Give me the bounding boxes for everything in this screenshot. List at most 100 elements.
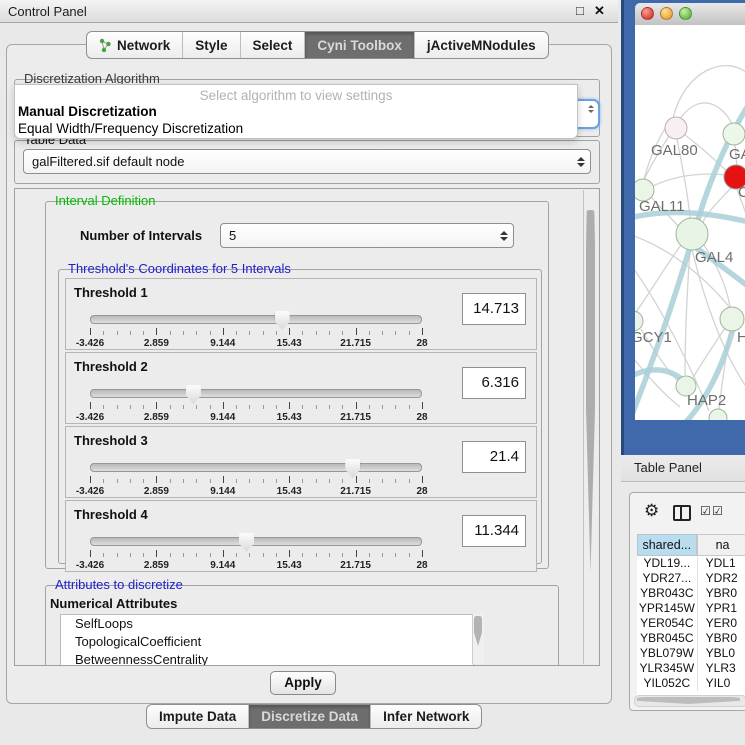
settings-scrollbar[interactable]: [583, 190, 598, 664]
tick-label: 9.144: [210, 412, 235, 423]
network-node-label: GCY1: [635, 329, 672, 346]
tick-label: 15.43: [277, 338, 302, 349]
table-row[interactable]: YBL079WYBL0: [637, 646, 745, 661]
tab-jactivemnodules[interactable]: jActiveMNodules: [415, 32, 548, 58]
attributes-list-scrollbar[interactable]: [472, 614, 484, 664]
tick-label: 2.859: [144, 560, 169, 571]
table-data-combo[interactable]: galFiltered.sif default node: [23, 149, 591, 174]
column-header-shared-name[interactable]: shared...: [637, 534, 697, 556]
attribute-item[interactable]: SelfLoops: [61, 615, 473, 633]
minimize-traffic-light[interactable]: [660, 7, 673, 20]
network-node-label: GA: [729, 146, 745, 163]
tick-label: -3.426: [76, 412, 104, 423]
threshold-value-field[interactable]: 6.316: [462, 367, 526, 399]
table-row[interactable]: YBR045CYBR0: [637, 631, 745, 646]
network-node[interactable]: [676, 218, 708, 250]
tab-cyni-toolbox[interactable]: Cyni Toolbox: [305, 32, 415, 58]
float-window-icon[interactable]: □: [576, 3, 584, 18]
network-node[interactable]: [709, 409, 727, 420]
tab-select-label: Select: [253, 38, 293, 53]
cell-shared-name[interactable]: YPR145W: [637, 601, 698, 616]
tab-discretize-data[interactable]: Discretize Data: [249, 705, 371, 728]
dropdown-placeholder-item[interactable]: Select algorithm to view settings: [15, 88, 577, 103]
attribute-item[interactable]: BetweennessCentrality: [61, 651, 473, 666]
thresholds-group: Threshold's Coordinates for 5 Intervals …: [58, 269, 542, 564]
tab-infer-network[interactable]: Infer Network: [371, 705, 481, 728]
threshold-panel: Threshold 2-3.4262.8599.14415.4321.71528…: [65, 352, 537, 424]
cell-name[interactable]: YLR3: [698, 661, 745, 676]
tick-label: 21.715: [340, 486, 371, 497]
numerical-attributes-list[interactable]: SelfLoopsTopologicalCoefficientBetweenne…: [60, 614, 474, 666]
attribute-item[interactable]: TopologicalCoefficient: [61, 633, 473, 651]
cell-name[interactable]: YBR0: [698, 631, 745, 646]
dropdown-option-manual[interactable]: Manual Discretization: [18, 104, 157, 119]
tab-select[interactable]: Select: [241, 32, 306, 58]
tab-impute-data-label: Impute Data: [159, 709, 236, 724]
network-node-label: H: [737, 329, 745, 346]
cell-shared-name[interactable]: YER054C: [637, 616, 698, 631]
cell-shared-name[interactable]: YBR045C: [637, 631, 698, 646]
tab-network[interactable]: Network: [87, 32, 183, 58]
checkbox-icon[interactable]: ☑: [700, 504, 711, 518]
network-edge[interactable]: [673, 66, 745, 118]
zoom-traffic-light[interactable]: [679, 7, 692, 20]
gear-icon[interactable]: ⚙: [644, 501, 659, 521]
threshold-label: Threshold 4: [74, 507, 148, 522]
table-row[interactable]: YPR145WYPR1: [637, 601, 745, 616]
tick-label: 28: [416, 338, 427, 349]
cell-name[interactable]: YPR1: [698, 601, 745, 616]
cell-shared-name[interactable]: YDR27...: [637, 571, 698, 586]
threshold-value-field[interactable]: 11.344: [462, 515, 526, 547]
column-header-name[interactable]: na: [697, 534, 745, 556]
close-icon[interactable]: ✕: [594, 3, 605, 19]
table-horizontal-scrollbar[interactable]: [634, 695, 745, 707]
columns-icon[interactable]: [673, 505, 691, 521]
threshold-slider[interactable]: -3.4262.8599.14415.4321.71528: [90, 459, 422, 493]
number-of-intervals-combo[interactable]: 5: [220, 223, 514, 248]
number-of-intervals-label: Number of Intervals: [80, 228, 202, 243]
tab-style[interactable]: Style: [183, 32, 240, 58]
application: Control Panel □ ✕ Network Style Select C…: [0, 0, 745, 745]
network-node[interactable]: [665, 117, 687, 139]
cell-name[interactable]: YIL0: [698, 676, 745, 691]
tab-impute-data[interactable]: Impute Data: [147, 705, 249, 728]
close-traffic-light[interactable]: [641, 7, 654, 20]
cell-shared-name[interactable]: YBR043C: [637, 586, 698, 601]
network-node-label: HAP2: [687, 392, 726, 409]
table-row[interactable]: YBR043CYBR0: [637, 586, 745, 601]
cell-name[interactable]: YBL0: [698, 646, 745, 661]
threshold-slider[interactable]: -3.4262.8599.14415.4321.71528: [90, 385, 422, 419]
cell-name[interactable]: YBR0: [698, 586, 745, 601]
cell-shared-name[interactable]: YLR345W: [637, 661, 698, 676]
threshold-value-field[interactable]: 14.713: [462, 293, 526, 325]
network-node[interactable]: [723, 123, 745, 145]
tick-label: 9.144: [210, 338, 235, 349]
cell-name[interactable]: YER0: [698, 616, 745, 631]
network-node[interactable]: [720, 307, 744, 331]
table-row[interactable]: YER054CYER0: [637, 616, 745, 631]
table-row[interactable]: YDL19...YDL1: [637, 556, 745, 571]
cell-shared-name[interactable]: YIL052C: [637, 676, 698, 691]
tick-label: 28: [416, 486, 427, 497]
table-row[interactable]: YLR345WYLR3: [637, 661, 745, 676]
network-window-titlebar[interactable]: [635, 3, 745, 26]
cell-shared-name[interactable]: YDL19...: [637, 556, 698, 571]
cell-shared-name[interactable]: YBL079W: [637, 646, 698, 661]
threshold-slider[interactable]: -3.4262.8599.14415.4321.71528: [90, 533, 422, 567]
network-node-label: C: [738, 184, 745, 201]
network-node[interactable]: [635, 311, 643, 331]
table-row[interactable]: YDR27...YDR2: [637, 571, 745, 586]
dropdown-option-equal-width[interactable]: Equal Width/Frequency Discretization: [18, 121, 243, 136]
network-view[interactable]: GAL80GACGAL11GAL4GCY1HHAP2: [635, 25, 745, 420]
table-row[interactable]: YIL052CYIL0: [637, 676, 745, 691]
threshold-value-field[interactable]: 21.4: [462, 441, 526, 473]
tick-label: 15.43: [277, 560, 302, 571]
threshold-slider[interactable]: -3.4262.8599.14415.4321.71528: [90, 311, 422, 345]
network-edge[interactable]: [679, 103, 732, 124]
network-edge[interactable]: [635, 355, 680, 407]
checkbox-icon[interactable]: ☑: [712, 504, 723, 518]
bottom-tab-bar: Impute Data Discretize Data Infer Networ…: [146, 704, 482, 729]
cell-name[interactable]: YDL1: [698, 556, 745, 571]
cell-name[interactable]: YDR2: [698, 571, 745, 586]
apply-button[interactable]: Apply: [270, 671, 336, 695]
